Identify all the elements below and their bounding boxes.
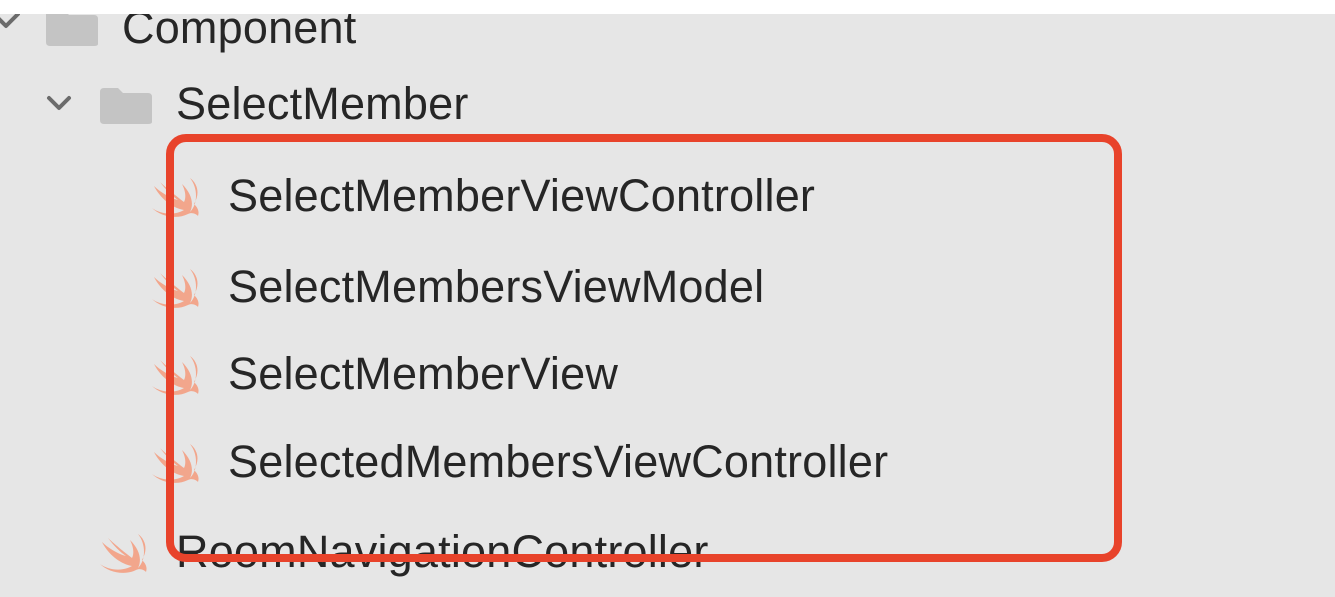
navigator-item-label: SelectedMembersViewController: [228, 436, 889, 487]
navigator-item-label: RoomNavigationController: [176, 526, 709, 577]
navigator-item-file[interactable]: RoomNavigationController: [0, 516, 1335, 588]
project-navigator: Component SelectMember SelectMemberViewC…: [0, 14, 1335, 597]
swift-file-icon: [152, 444, 199, 483]
swift-file-icon: [152, 269, 199, 308]
navigator-item-label: Component: [122, 14, 357, 53]
swift-file-icon: [100, 534, 147, 573]
navigator-item-label: SelectMemberView: [228, 348, 619, 399]
navigator-item-selectmember-folder[interactable]: SelectMember: [0, 68, 1335, 140]
folder-icon: [100, 88, 152, 124]
navigator-item-file[interactable]: SelectedMembersViewController: [0, 426, 1335, 498]
folder-icon: [46, 14, 98, 46]
swift-file-icon: [152, 356, 199, 395]
navigator-item-component-folder[interactable]: Component: [0, 14, 1335, 64]
navigator-item-label: SelectMembersViewModel: [228, 261, 765, 312]
screenshot: Component SelectMember SelectMemberViewC…: [0, 0, 1335, 597]
chevron-down-icon[interactable]: [0, 14, 20, 64]
navigator-item-file[interactable]: SelectMemberView: [0, 338, 1335, 410]
navigator-item-label: SelectMember: [176, 78, 469, 129]
chevron-down-icon[interactable]: [44, 68, 74, 140]
swift-file-icon: [152, 178, 199, 217]
navigator-item-label: SelectMemberViewController: [228, 170, 816, 221]
navigator-item-file[interactable]: SelectMembersViewModel: [0, 251, 1335, 323]
navigator-item-file[interactable]: SelectMemberViewController: [0, 160, 1335, 232]
